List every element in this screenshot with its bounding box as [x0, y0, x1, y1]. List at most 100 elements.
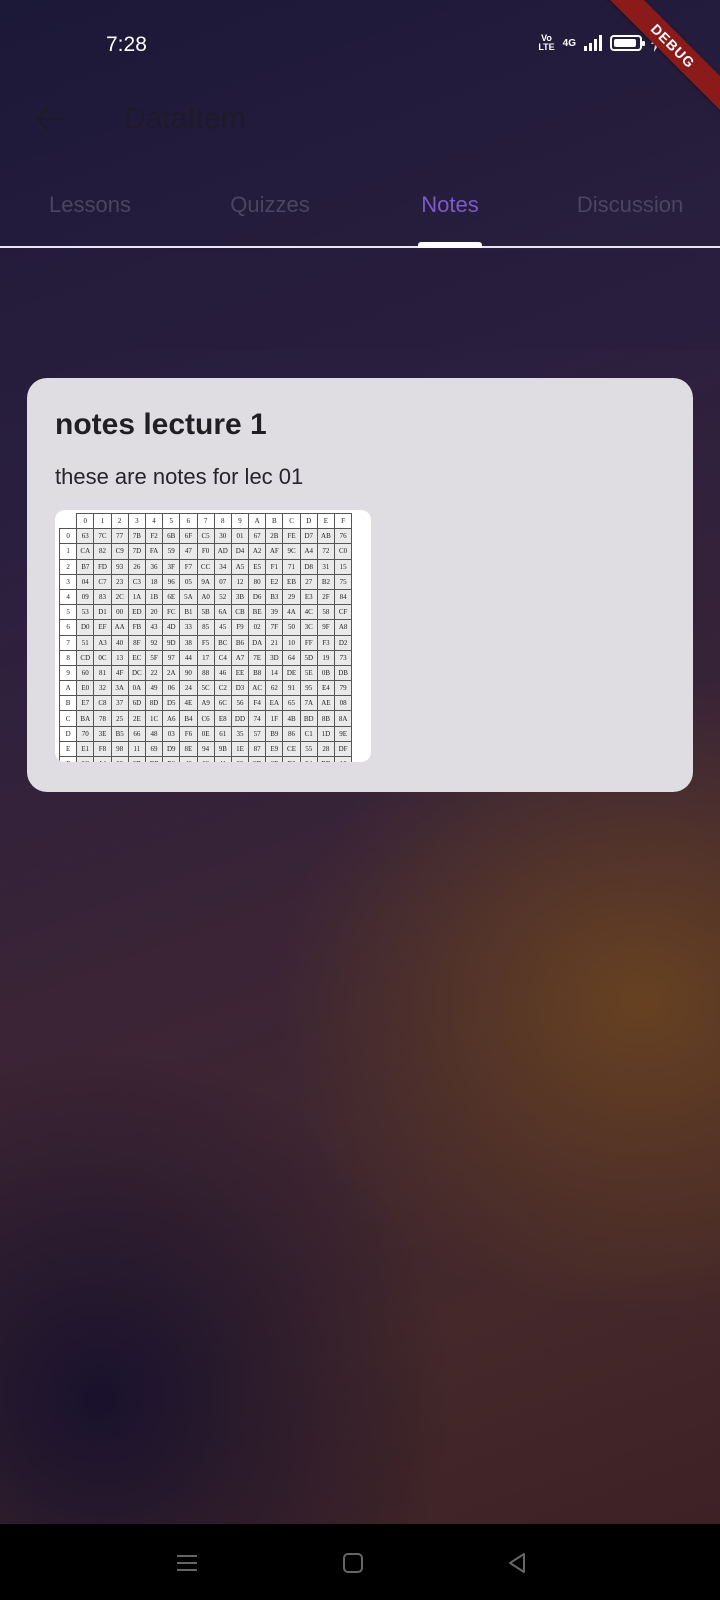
table-cell: 2B: [265, 528, 284, 545]
table-cell: D6: [248, 588, 267, 606]
table-cell: 56: [230, 695, 250, 712]
table-cell: AD: [213, 543, 232, 560]
table-cell: 92: [144, 634, 164, 651]
table-cell: F3: [316, 634, 336, 651]
table-cell: D5: [162, 695, 181, 712]
table-cell: 5D: [299, 649, 318, 666]
table-cell: F8: [93, 740, 112, 758]
table-row: A E0 32 3A 0A 49 06 24 5C C2 D3 AC 62 91 95 E4 79: [58, 680, 353, 697]
table-cell: 14: [265, 664, 284, 682]
table-cell: C5: [196, 528, 215, 545]
table-cell: 71: [282, 558, 301, 575]
table-cell: CC: [196, 558, 215, 575]
note-image-thumbnail[interactable]: 0 1 2 3 4 5 6 7 8 9 A B C D E F 0 63 7C 77 7B F2 6B 6F C5 30 01 67 2…: [55, 510, 371, 762]
table-cell: D8: [299, 558, 318, 575]
table-cell: CA: [76, 543, 95, 560]
table-cell: 93: [110, 558, 129, 575]
table-cell: 43: [144, 619, 164, 636]
column-header: 2: [110, 512, 129, 530]
table-cell: 2D: [248, 755, 267, 762]
table-cell: A4: [299, 543, 318, 560]
table-cell: BD: [299, 710, 318, 727]
row-header: 4: [58, 588, 78, 606]
table-cell: 12: [230, 573, 250, 590]
table-cell: 35: [230, 725, 250, 742]
tab-quizzes[interactable]: Quizzes: [180, 192, 360, 218]
table-cell: 28: [316, 740, 336, 758]
table-cell: D9: [162, 740, 181, 758]
table-cell: E3: [299, 588, 318, 606]
table-cell: 5A: [179, 588, 198, 606]
table-cell: 69: [144, 740, 164, 758]
table-cell: B1: [179, 604, 198, 621]
table-cell: 22: [144, 664, 164, 682]
table-row: F8CA1890DBFE6426841992D0FB054BB16: [58, 755, 353, 762]
table-cell: EF: [93, 619, 112, 636]
table-cell: B0: [282, 755, 301, 762]
table-cell: B4: [179, 710, 198, 727]
table-cell: 83: [93, 588, 112, 606]
table-cell: 8C: [76, 755, 95, 762]
table-cell: 00: [110, 604, 129, 621]
column-header: 7: [196, 512, 215, 530]
table-cell: 06: [162, 680, 181, 697]
column-header: 9: [230, 512, 250, 530]
table-cell: 87: [248, 740, 267, 758]
table-cell: E2: [265, 573, 284, 590]
home-square-icon[interactable]: [338, 1548, 368, 1578]
row-header: 7: [58, 634, 78, 651]
table-row: E E1 F8 98 11 69 D9 8E 94 9B 1E 87 E9 CE 55 28 DF: [58, 740, 353, 758]
table-cell: D1: [93, 604, 112, 621]
table-cell: 2E: [127, 710, 146, 727]
column-header: 3: [127, 512, 146, 530]
table-cell: 33: [179, 619, 198, 636]
table-row: 8 CD 0C 13 EC 5F 97 44 17 C4 A7 7E 3D 64 5D 19 73: [58, 649, 353, 666]
tab-notes[interactable]: Notes: [360, 192, 540, 218]
table-cell: 64: [282, 649, 301, 666]
table-cell: 65: [282, 695, 301, 712]
table-cell: D7: [299, 528, 318, 545]
table-cell: AF: [265, 543, 284, 560]
table-cell: A6: [162, 710, 181, 727]
menu-icon[interactable]: [172, 1548, 202, 1578]
table-cell: 0B: [316, 664, 336, 682]
table-cell: AA: [110, 619, 129, 636]
table-cell: 8A: [333, 710, 353, 727]
table-row: B E7 C8 37 6D 8D D5 4E A9 6C 56 F4 EA 65 7A AE 08: [58, 695, 353, 712]
table-cell: 3C: [299, 619, 318, 636]
table-cell: FE: [282, 528, 301, 545]
table-cell: 10: [282, 634, 301, 651]
arrow-back-icon[interactable]: [32, 102, 66, 136]
table-cell: 09: [76, 588, 95, 606]
table-cell: D0: [76, 619, 95, 636]
note-card[interactable]: notes lecture 1 these are notes for lec …: [27, 378, 693, 792]
table-cell: A0: [196, 588, 215, 606]
table-cell: C6: [196, 710, 215, 727]
table-cell: C3: [127, 573, 146, 590]
table-cell: 59: [162, 543, 181, 560]
table-cell: 91: [282, 680, 301, 697]
table-row: 3 04 C7 23 C3 18 96 05 9A 07 12 80 E2 EB 27 B2 75: [58, 573, 353, 590]
table-cell: 80: [248, 573, 267, 590]
tab-lessons[interactable]: Lessons: [0, 192, 180, 218]
back-triangle-icon[interactable]: [502, 1548, 532, 1578]
table-cell: C4: [213, 649, 232, 666]
table-cell: 63: [76, 528, 95, 545]
table-cell: 7E: [248, 649, 267, 666]
table-cell: 03: [162, 725, 181, 742]
table-cell: 25: [110, 710, 129, 727]
table-cell: 51: [76, 634, 95, 651]
table-cell: 04: [76, 573, 95, 590]
table-cell: 41: [213, 755, 232, 762]
table-cell: 45: [213, 619, 232, 636]
table-cell: 5B: [196, 604, 215, 621]
table-cell: 24: [179, 680, 198, 697]
table-cell: F9: [230, 619, 250, 636]
table-cell: 48: [144, 725, 164, 742]
tab-discussion[interactable]: Discussion: [540, 192, 720, 218]
table-cell: F0: [196, 543, 215, 560]
table-cell: 60: [76, 664, 95, 682]
table-cell: 68: [196, 755, 215, 762]
table-cell: 78: [93, 710, 112, 727]
table-cell: 4F: [110, 664, 129, 682]
